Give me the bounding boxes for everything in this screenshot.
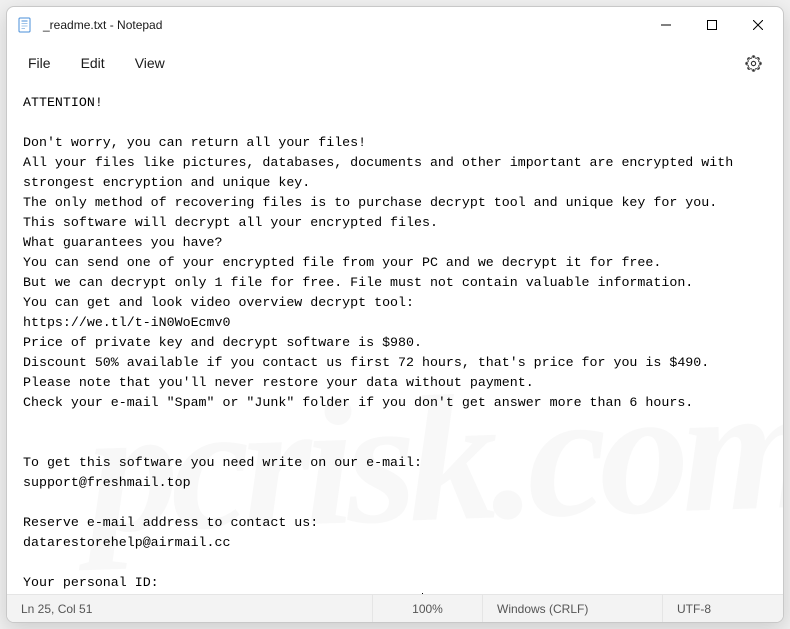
titlebar[interactable]: _readme.txt - Notepad (7, 7, 783, 43)
notepad-app-icon (17, 17, 33, 33)
document-text: ATTENTION! Don't worry, you can return a… (23, 95, 741, 594)
maximize-button[interactable] (689, 7, 735, 43)
status-encoding: UTF-8 (663, 595, 783, 622)
menu-view[interactable]: View (120, 49, 180, 77)
status-cursor-position: Ln 25, Col 51 (7, 595, 373, 622)
statusbar: Ln 25, Col 51 100% Windows (CRLF) UTF-8 (7, 594, 783, 622)
menu-edit[interactable]: Edit (66, 49, 120, 77)
text-editor-area[interactable]: ATTENTION! Don't worry, you can return a… (7, 83, 783, 594)
notepad-window: pcrisk.com _readme.txt - Notepad (6, 6, 784, 623)
minimize-button[interactable] (643, 7, 689, 43)
status-line-ending: Windows (CRLF) (483, 595, 663, 622)
window-title: _readme.txt - Notepad (43, 18, 643, 32)
window-controls (643, 7, 781, 43)
close-button[interactable] (735, 7, 781, 43)
settings-button[interactable] (735, 45, 771, 81)
status-zoom[interactable]: 100% (373, 595, 483, 622)
menu-file[interactable]: File (13, 49, 66, 77)
menubar: File Edit View (7, 43, 783, 83)
